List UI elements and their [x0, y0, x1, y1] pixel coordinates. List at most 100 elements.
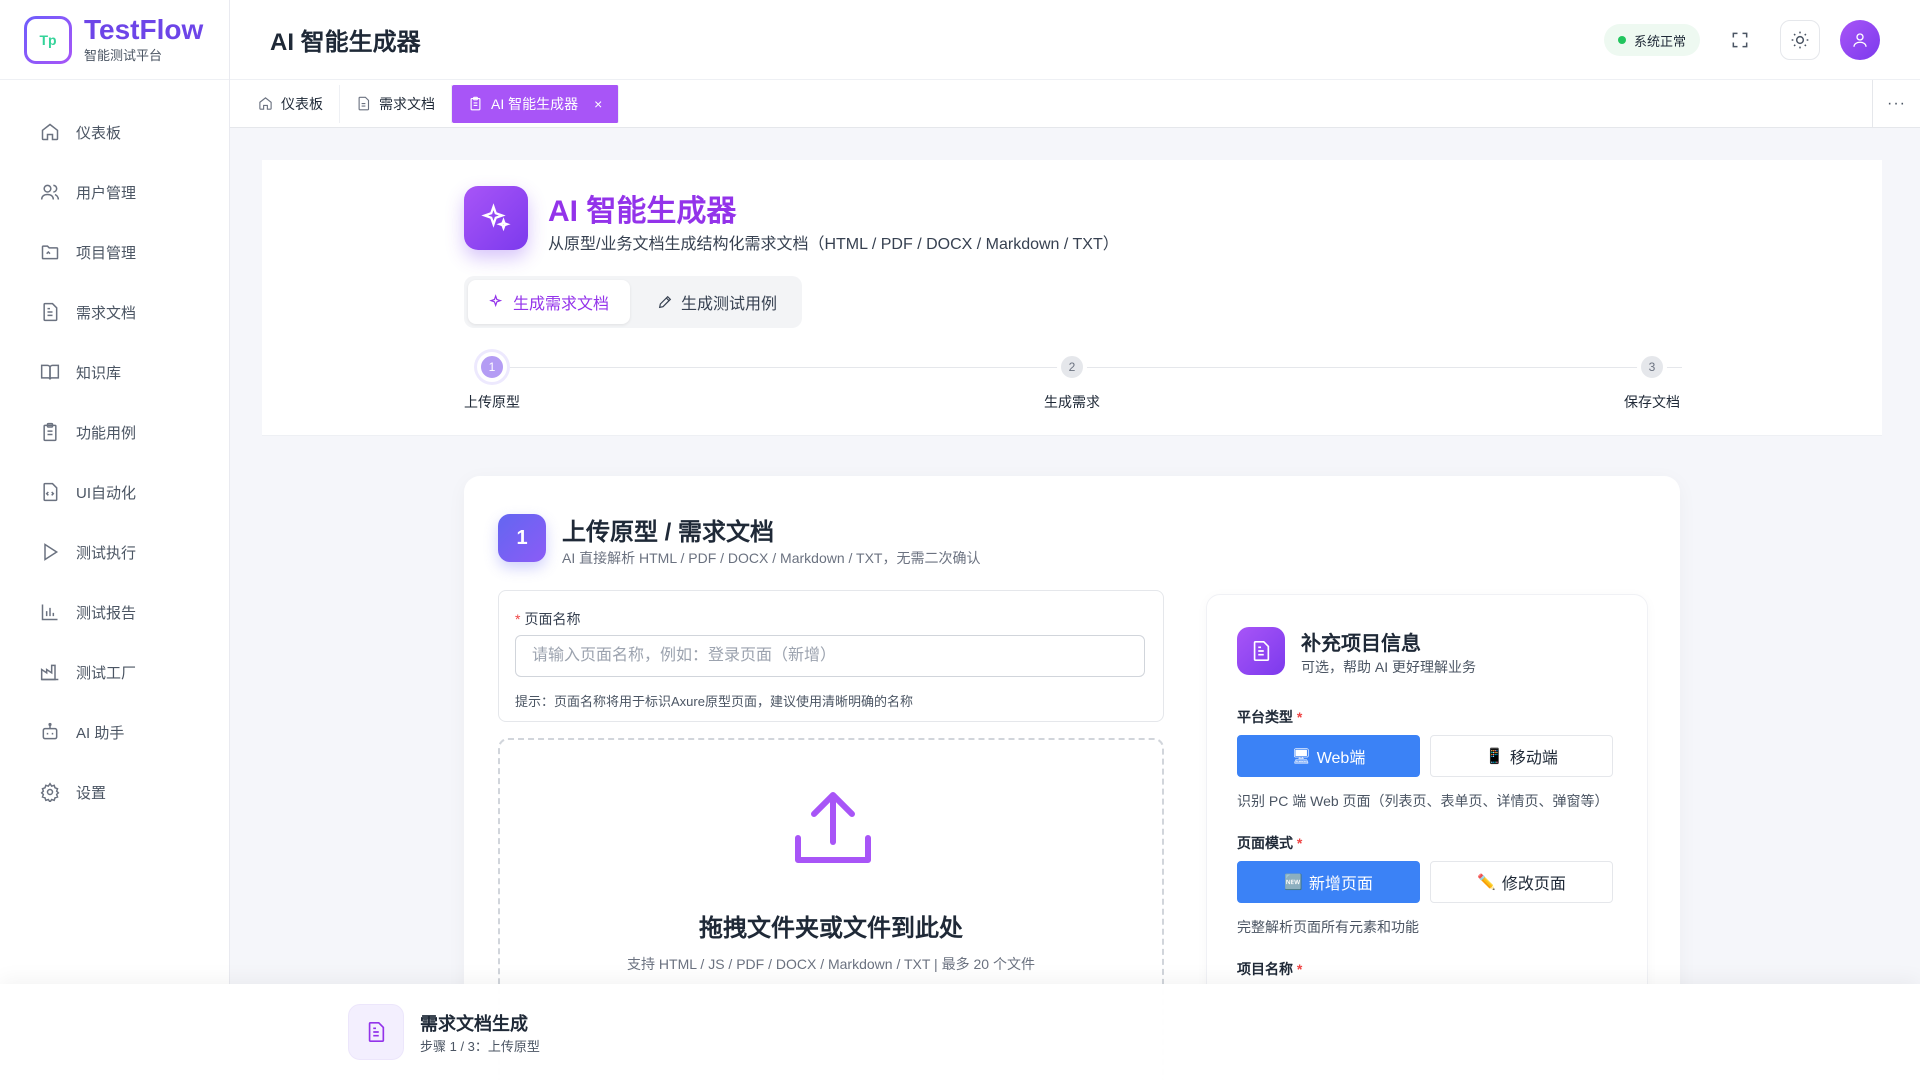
users-icon: [40, 184, 60, 200]
mode-new-page-button[interactable]: 🆕 新增页面: [1237, 861, 1420, 903]
page-mode-selector: 🆕 新增页面 ✏️ 修改页面: [1237, 861, 1613, 903]
platform-web-button[interactable]: 🖥 Web端: [1237, 735, 1420, 777]
page-title: AI 智能生成器: [270, 29, 421, 56]
page-name-box: *页面名称 提示：页面名称将用于标识Axure原型页面，建议使用清晰明确的名称: [498, 590, 1164, 722]
status-dot-icon: [1617, 36, 1626, 44]
generator-title: AI 智能生成器: [548, 195, 737, 228]
home-icon: [41, 123, 59, 141]
code-file-icon: [43, 482, 58, 502]
mobile-icon: 📱: [1485, 748, 1504, 765]
pencil-icon: [658, 295, 672, 309]
bar-chart-icon: [41, 604, 58, 621]
sidebar-item-dashboard[interactable]: 仪表板: [0, 102, 229, 162]
status-text: 系统正常: [1633, 33, 1686, 49]
sidebar-item-label: 知识库: [76, 364, 122, 382]
step-number: 2: [1057, 352, 1087, 382]
pencil-icon: ✏️: [1477, 874, 1496, 891]
mode-label: 生成测试用例: [680, 296, 777, 313]
step-number: 3: [1637, 352, 1667, 382]
status-badge: 系统正常: [1603, 24, 1700, 56]
sidebar-item-requirements[interactable]: 需求文档: [0, 282, 229, 342]
page-mode-hint: 完整解析页面所有元素和功能: [1237, 919, 1419, 935]
upload-icon: [790, 786, 876, 872]
progress-steps: 1 上传原型 2 生成需求 3 保存文档: [464, 352, 1682, 422]
sidebar-item-reports[interactable]: 测试报告: [0, 582, 229, 642]
sidebar-item-label: 功能用例: [76, 424, 137, 442]
platform-mobile-button[interactable]: 📱 移动端: [1430, 735, 1613, 777]
step-number: 1: [477, 352, 507, 382]
page-mode-label: 页面模式 *: [1237, 835, 1303, 851]
step-save: 3 保存文档: [1624, 352, 1680, 412]
sidebar-item-label: 测试执行: [76, 544, 137, 562]
step-label: 上传原型: [464, 394, 520, 410]
section-number: 1: [498, 514, 546, 562]
bottom-bar-step: 步骤 1 / 3：上传原型: [420, 1039, 540, 1054]
new-badge-icon: 🆕: [1284, 874, 1303, 891]
sidebar-item-label: 测试报告: [76, 604, 137, 622]
fullscreen-button[interactable]: [1720, 20, 1760, 60]
sparkles-icon: [464, 186, 528, 250]
tab-label: 仪表板: [281, 95, 323, 112]
sidebar-item-settings[interactable]: 设置: [0, 762, 229, 822]
sidebar-nav: 仪表板 用户管理 项目管理 需求文档 知识库 功能用例 UI自动化 测试执行 测…: [0, 80, 229, 822]
step-upload: 1 上传原型: [464, 352, 520, 412]
step-generate: 2 生成需求: [1044, 352, 1100, 412]
sparkles-icon: [489, 294, 503, 308]
home-icon: [259, 97, 272, 110]
platform-hint: 识别 PC 端 Web 页面（列表页、表单页、详情页、弹窗等）: [1237, 793, 1609, 809]
mode-switch: 生成需求文档 生成测试用例: [464, 276, 802, 328]
factory-icon: [40, 664, 59, 681]
section-subtitle: AI 直接解析 HTML / PDF / DOCX / Markdown / T…: [562, 550, 981, 566]
book-icon: [40, 364, 60, 380]
drop-subtitle: 支持 HTML / JS / PDF / DOCX / Markdown / T…: [627, 956, 1035, 972]
mode-generate-testcases[interactable]: 生成测试用例: [636, 280, 798, 324]
sidebar-item-label: 测试工厂: [76, 664, 137, 682]
tab-requirements[interactable]: 需求文档: [340, 84, 452, 123]
logo-mark-text: Tp: [27, 18, 69, 61]
sidebar-item-ai-assistant[interactable]: AI 助手: [0, 702, 229, 762]
sidebar-item-execution[interactable]: 测试执行: [0, 522, 229, 582]
top-header: AI 智能生成器 系统正常: [230, 0, 1920, 80]
folder-icon: [41, 245, 59, 260]
clipboard-icon: [43, 422, 57, 442]
step-label: 生成需求: [1044, 394, 1100, 410]
generator-header-card: AI 智能生成器 从原型/业务文档生成结构化需求文档（HTML / PDF / …: [262, 160, 1882, 436]
sidebar-item-label: 仪表板: [76, 124, 122, 142]
sidebar-item-cases[interactable]: 功能用例: [0, 402, 229, 462]
tab-dashboard[interactable]: 仪表板: [242, 84, 340, 123]
project-info-subtitle: 可选，帮助 AI 更好理解业务: [1301, 659, 1477, 675]
sidebar-item-knowledge[interactable]: 知识库: [0, 342, 229, 402]
sidebar-item-label: 需求文档: [76, 304, 137, 322]
tab-label: 需求文档: [379, 95, 435, 112]
document-icon: [1237, 627, 1285, 675]
fullscreen-icon: [1732, 32, 1748, 48]
play-icon: [44, 543, 59, 561]
drop-title: 拖拽文件夹或文件到此处: [699, 915, 963, 942]
app-subtitle: 智能测试平台: [84, 48, 163, 63]
tab-ai-generator[interactable]: AI 智能生成器 ×: [452, 84, 620, 123]
platform-type-selector: 🖥 Web端 📱 移动端: [1237, 735, 1613, 777]
sidebar-item-ui-automation[interactable]: UI自动化: [0, 462, 229, 522]
mode-edit-page-button[interactable]: ✏️ 修改页面: [1430, 861, 1613, 903]
gear-icon: [40, 782, 60, 802]
document-icon: [358, 96, 370, 111]
tabs-more-button[interactable]: ···: [1872, 80, 1920, 128]
page-name-input[interactable]: [515, 635, 1145, 677]
logo-mark: Tp: [24, 15, 72, 64]
section-title: 上传原型 / 需求文档: [562, 519, 775, 546]
mode-generate-requirements[interactable]: 生成需求文档: [468, 280, 630, 324]
sidebar-item-users[interactable]: 用户管理: [0, 162, 229, 222]
sidebar-item-projects[interactable]: 项目管理: [0, 222, 229, 282]
theme-toggle-button[interactable]: [1780, 20, 1820, 60]
bottom-bar-title: 需求文档生成: [420, 1014, 528, 1034]
sidebar-item-label: 设置: [76, 784, 107, 802]
mode-label: 生成需求文档: [512, 296, 609, 313]
avatar[interactable]: [1840, 20, 1880, 60]
tab-label: AI 智能生成器: [491, 95, 579, 112]
tab-close-icon[interactable]: ×: [594, 96, 602, 112]
logo[interactable]: Tp TestFlow 智能测试平台: [0, 0, 229, 80]
page-tabs: 仪表板 需求文档 AI 智能生成器 × ···: [230, 80, 1920, 128]
required-mark: *: [515, 611, 521, 627]
project-info-title: 补充项目信息: [1301, 633, 1421, 655]
sidebar-item-factory[interactable]: 测试工厂: [0, 642, 229, 702]
